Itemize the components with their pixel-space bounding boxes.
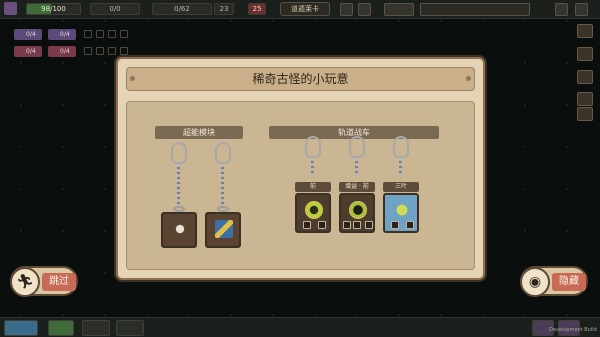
top-bar: 98/100 0/0 0/62 23 25 道遁莱卡 bbox=[0, 0, 600, 19]
trinket-dialog: 稀奇古怪的小玩意 超能模块 轨道战车 前 增益 · 前 三叶 bbox=[116, 57, 485, 280]
clasp-icon bbox=[305, 136, 321, 158]
reticle-icon bbox=[305, 201, 323, 219]
cart-stat-icon bbox=[406, 221, 414, 229]
cart-stat-icon bbox=[365, 221, 373, 229]
inventory-strip bbox=[420, 3, 530, 16]
gem-extra: 23 bbox=[214, 3, 234, 15]
clasp-icon bbox=[171, 142, 187, 164]
chain bbox=[355, 158, 358, 176]
map-tab[interactable]: 道遁莱卡 bbox=[280, 2, 330, 16]
menu-icon[interactable] bbox=[575, 3, 588, 16]
dev-build-label: Development Build bbox=[549, 327, 597, 333]
clover-icon bbox=[393, 201, 411, 219]
cart-stat-icon bbox=[318, 221, 326, 229]
relic-icon[interactable] bbox=[358, 3, 371, 16]
cart-tag: 三叶 bbox=[383, 182, 419, 192]
fast-forward-button[interactable] bbox=[577, 24, 593, 38]
clasp-icon bbox=[393, 136, 409, 158]
bottom-bar bbox=[0, 317, 600, 337]
track-button[interactable] bbox=[577, 107, 593, 121]
deck-icon[interactable] bbox=[384, 3, 414, 16]
slot-icon bbox=[108, 47, 116, 55]
shield-icon[interactable] bbox=[340, 3, 353, 16]
flag-badge-icon bbox=[215, 220, 233, 238]
cart-stat-icon bbox=[343, 221, 351, 229]
clasp-icon bbox=[349, 136, 365, 158]
cart-keychain[interactable]: 前 bbox=[295, 136, 331, 248]
dialog-title: 稀奇古怪的小玩意 bbox=[126, 67, 475, 91]
resource-counter: 0/0 bbox=[90, 3, 140, 15]
cart-tile bbox=[383, 193, 419, 233]
cart-stat-icon bbox=[391, 221, 399, 229]
running-figure-icon: 🏃︎ bbox=[10, 267, 40, 297]
section-label-modules: 超能模块 bbox=[155, 126, 243, 139]
slot-icon bbox=[108, 30, 116, 38]
cart-tile bbox=[295, 193, 331, 233]
cart-keychain[interactable]: 三叶 bbox=[383, 136, 419, 248]
rivet bbox=[130, 76, 135, 81]
module-tile bbox=[205, 212, 241, 248]
eye-icon: ◉ bbox=[520, 267, 550, 297]
chain bbox=[311, 158, 314, 176]
status-chip: 0/4 bbox=[14, 29, 42, 40]
module-keychain[interactable] bbox=[205, 142, 241, 254]
status-chip: 0/4 bbox=[48, 46, 76, 57]
module-tile bbox=[161, 212, 197, 248]
cart-tag: 前 bbox=[295, 182, 331, 192]
speed-button[interactable] bbox=[577, 47, 593, 61]
skip-label: 跳过 bbox=[42, 273, 76, 291]
hide-button[interactable]: ◉ 隐藏 bbox=[520, 266, 588, 297]
slot-icon bbox=[96, 47, 104, 55]
refresh-button[interactable] bbox=[4, 320, 38, 336]
chain bbox=[221, 164, 224, 208]
cart-stat-icon bbox=[303, 221, 311, 229]
cart-stat-icon bbox=[353, 221, 361, 229]
skip-button[interactable]: 🏃︎ 跳过 bbox=[10, 266, 78, 297]
chain bbox=[177, 164, 180, 208]
status-chip: 0/4 bbox=[48, 29, 76, 40]
dialog-content: 超能模块 轨道战车 前 增益 · 前 三叶 bbox=[126, 101, 475, 270]
clasp-icon bbox=[215, 142, 231, 164]
cart-button[interactable] bbox=[577, 92, 593, 106]
slot-icon bbox=[84, 30, 92, 38]
hide-label: 隐藏 bbox=[552, 273, 586, 291]
heal-button[interactable] bbox=[48, 320, 74, 336]
chain bbox=[399, 158, 402, 176]
gem-counter: 0/62 bbox=[152, 3, 212, 15]
item-slot[interactable] bbox=[82, 320, 110, 336]
slot-icon bbox=[84, 47, 92, 55]
item-slot[interactable] bbox=[116, 320, 144, 336]
book-icon[interactable] bbox=[555, 3, 568, 16]
slot-icon bbox=[120, 30, 128, 38]
cart-tile bbox=[339, 193, 375, 233]
threat-badge: 25 bbox=[248, 3, 266, 15]
status-chip: 0/4 bbox=[14, 46, 42, 57]
deck-button[interactable] bbox=[577, 70, 593, 84]
slot-icon bbox=[96, 30, 104, 38]
character-portrait-icon[interactable] bbox=[4, 2, 17, 15]
hp-bar: 98/100 bbox=[26, 3, 81, 15]
rivet bbox=[466, 76, 471, 81]
cart-tag: 增益 · 前 bbox=[339, 182, 375, 192]
module-keychain[interactable] bbox=[161, 142, 197, 254]
gear-icon bbox=[349, 201, 367, 219]
slot-icon bbox=[120, 47, 128, 55]
cart-keychain[interactable]: 增益 · 前 bbox=[339, 136, 375, 248]
gear-cluster-icon bbox=[171, 220, 189, 238]
